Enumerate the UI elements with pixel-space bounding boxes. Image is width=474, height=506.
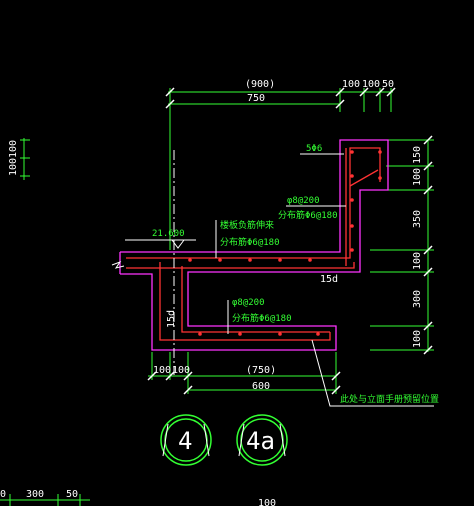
- bottom-dim-b4: 600: [252, 381, 270, 392]
- footer-dimension-group: 0 300 50 100: [0, 489, 276, 506]
- bottom-dim-b3: (750): [246, 365, 276, 376]
- section-mark-4a: 4a: [236, 414, 288, 466]
- break-line: [111, 260, 125, 269]
- left-dim-b: 100: [8, 140, 19, 158]
- top-dim-d1: 100: [342, 79, 360, 90]
- right-dim-r6: 100: [412, 330, 423, 348]
- bottom-dim-b1: 100: [153, 365, 171, 376]
- label-anchor-side: 15d: [166, 310, 177, 328]
- top-dim-d3: 50: [382, 79, 394, 90]
- left-dimension-group: 100 100: [8, 138, 30, 180]
- label-wall-2: 分布筋Φ6@180: [278, 209, 338, 221]
- cad-drawing: (900) 750 100 100 50 100 100 150 100 350…: [0, 79, 439, 506]
- right-dim-r3: 350: [412, 210, 423, 228]
- section-mark-4: 4: [160, 414, 212, 466]
- label-lower-1: φ8@200: [232, 298, 265, 308]
- right-dim-r4: 100: [412, 252, 423, 270]
- footer-dim-d4: 100: [258, 498, 276, 506]
- label-lower-2: 分布筋Φ6@180: [232, 312, 292, 324]
- elevation-mark: 21.600: [125, 229, 196, 249]
- section-mark-4-label: 4: [178, 427, 192, 455]
- right-dim-r5: 300: [412, 290, 423, 308]
- label-rebar-top: 5Φ6: [306, 144, 322, 154]
- left-dim-a: 100: [8, 158, 19, 176]
- right-dim-r2: 100: [412, 168, 423, 186]
- top-dim-d2: 100: [362, 79, 380, 90]
- footer-dim-d3: 50: [66, 489, 78, 500]
- footer-dim-d1: 0: [0, 489, 6, 500]
- elevation-label: 21.600: [152, 229, 185, 239]
- footer-dim-d2: 300: [26, 489, 44, 500]
- label-slab-1: 楼板负筋伸来: [220, 219, 274, 231]
- right-dim-r1: 150: [412, 146, 423, 164]
- top-dim-overall: (900): [245, 79, 275, 90]
- rebar-labels: 5Φ6 φ8@200 分布筋Φ6@180 楼板负筋伸来 分布筋Φ6@180 φ8…: [166, 144, 346, 334]
- label-anchor-top: 15d: [320, 274, 338, 285]
- label-wall-1: φ8@200: [287, 196, 320, 206]
- bottom-dimension-group: 100 100 (750) 600: [147, 352, 341, 395]
- section-mark-4a-label: 4a: [246, 427, 275, 455]
- label-slab-2: 分布筋Φ6@180: [220, 236, 280, 248]
- top-dim-span: 750: [247, 93, 265, 104]
- bottom-dim-b2: 100: [172, 365, 190, 376]
- leader-note-text: 此处与立面手册预留位置: [340, 393, 439, 405]
